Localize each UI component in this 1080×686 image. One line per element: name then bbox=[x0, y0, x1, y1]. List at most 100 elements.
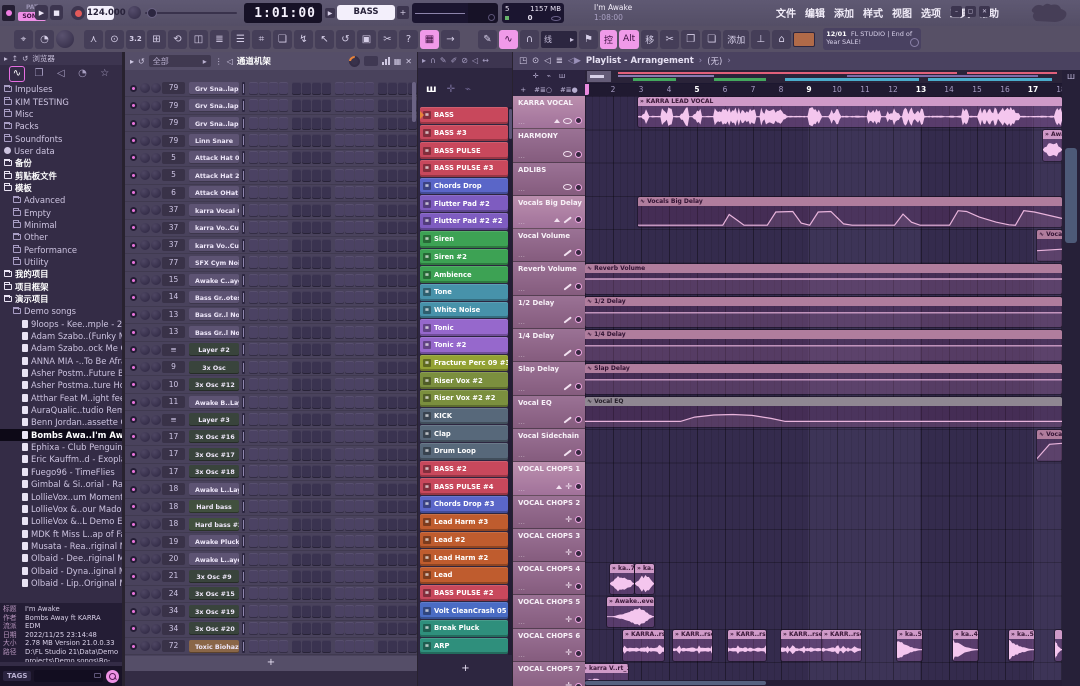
browser-tab-audio[interactable]: ◁ bbox=[54, 67, 68, 81]
step-cell[interactable] bbox=[378, 343, 387, 356]
step-cell[interactable] bbox=[388, 256, 397, 269]
channel-target-track[interactable]: 79 bbox=[162, 82, 185, 94]
step-cell[interactable] bbox=[355, 587, 364, 600]
channel-pan-knob[interactable] bbox=[140, 397, 150, 407]
step-cell[interactable] bbox=[408, 239, 417, 252]
step-cell[interactable] bbox=[398, 343, 407, 356]
pattern-menu-icon[interactable]: ≡ bbox=[423, 288, 431, 296]
pattern-item[interactable]: ≡Ambience bbox=[420, 266, 508, 283]
step-cell[interactable] bbox=[292, 640, 301, 653]
channel-mini-graph[interactable] bbox=[242, 465, 245, 478]
pattern-menu-icon[interactable]: ≡ bbox=[423, 447, 431, 455]
step-cell[interactable] bbox=[335, 430, 344, 443]
step-cell[interactable] bbox=[322, 483, 331, 496]
channel-enable-led[interactable] bbox=[130, 259, 137, 266]
step-cell[interactable] bbox=[408, 221, 417, 234]
step-cell[interactable] bbox=[249, 99, 258, 112]
track-mute-led[interactable] bbox=[575, 483, 582, 490]
step-cell[interactable] bbox=[345, 256, 354, 269]
channel-pan-knob[interactable] bbox=[140, 240, 150, 250]
channel-row[interactable]: 79Grv Sna..lap 13 bbox=[125, 97, 417, 114]
picker-menu-icon[interactable]: ▸ bbox=[422, 56, 426, 65]
step-cell[interactable] bbox=[388, 82, 397, 95]
step-cell[interactable] bbox=[322, 82, 331, 95]
track-solo-icon[interactable]: #≣● bbox=[560, 86, 578, 94]
channel-enable-led[interactable] bbox=[130, 625, 137, 632]
step-cell[interactable] bbox=[365, 361, 374, 374]
step-cell[interactable] bbox=[365, 587, 374, 600]
step-cell[interactable] bbox=[378, 204, 387, 217]
tree-file[interactable]: Eric Kauffm..d - Exoplanet bbox=[0, 453, 122, 465]
pattern-item[interactable]: ≡BASS #3 bbox=[420, 125, 508, 142]
channel-mini-graph[interactable] bbox=[242, 361, 245, 374]
stop-button[interactable]: ■ bbox=[50, 5, 63, 20]
step-cell[interactable] bbox=[345, 448, 354, 461]
step-cell[interactable] bbox=[322, 204, 331, 217]
channel-name-button[interactable]: Bass Gr..l Notes bbox=[189, 326, 239, 339]
playlist-speaker-icon[interactable]: ◁ bbox=[544, 56, 551, 66]
step-cell[interactable] bbox=[398, 500, 407, 513]
step-cell[interactable] bbox=[312, 117, 321, 130]
channel-target-track[interactable]: 79 bbox=[162, 135, 185, 147]
channel-volume-knob[interactable] bbox=[151, 554, 161, 564]
channel-target-track[interactable]: 9 bbox=[162, 361, 185, 373]
channel-mini-graph[interactable] bbox=[242, 291, 245, 304]
step-cell[interactable] bbox=[302, 587, 311, 600]
step-cell[interactable] bbox=[378, 448, 387, 461]
step-cell[interactable] bbox=[292, 291, 301, 304]
step-cell[interactable] bbox=[378, 605, 387, 618]
step-cell[interactable] bbox=[408, 134, 417, 147]
shuffle-knob[interactable] bbox=[128, 6, 141, 19]
browser-tab-recent[interactable]: ◔ bbox=[75, 67, 90, 81]
step-cell[interactable] bbox=[378, 465, 387, 478]
step-cell[interactable] bbox=[345, 204, 354, 217]
channel-mini-graph[interactable] bbox=[242, 204, 245, 217]
step-cell[interactable] bbox=[302, 204, 311, 217]
play-button[interactable]: ▶ bbox=[35, 5, 48, 20]
step-cell[interactable] bbox=[408, 343, 417, 356]
step-cell[interactable] bbox=[335, 308, 344, 321]
step-cell[interactable] bbox=[312, 622, 321, 635]
eye-icon[interactable] bbox=[563, 151, 572, 157]
channel-mini-graph[interactable] bbox=[242, 413, 245, 426]
step-cell[interactable] bbox=[302, 640, 311, 653]
step-cell[interactable] bbox=[345, 82, 354, 95]
playlist-track-header[interactable]: Vocal EQ… bbox=[513, 396, 585, 429]
step-cell[interactable] bbox=[378, 134, 387, 147]
step-cell[interactable] bbox=[408, 500, 417, 513]
step-cell[interactable] bbox=[302, 553, 311, 566]
step-cell[interactable] bbox=[388, 622, 397, 635]
tree-folder[interactable]: Impulses bbox=[0, 83, 122, 95]
channel-target-track[interactable]: 5 bbox=[162, 152, 185, 164]
step-cell[interactable] bbox=[408, 256, 417, 269]
step-cell[interactable] bbox=[269, 483, 278, 496]
channel-mini-graph[interactable] bbox=[242, 430, 245, 443]
pointer-icon[interactable]: ↖ bbox=[315, 30, 334, 49]
step-cell[interactable] bbox=[249, 343, 258, 356]
automation-clip[interactable]: ∿ Vocal EQ bbox=[585, 397, 1062, 427]
channel-pan-knob[interactable] bbox=[140, 484, 150, 494]
channel-target-track[interactable]: 6 bbox=[162, 187, 185, 199]
step-cell[interactable] bbox=[388, 186, 397, 199]
channel-row[interactable]: 6Attack OHat 02 bbox=[125, 185, 417, 202]
tree-file[interactable]: Adam Szabo..(Funky Mix) bbox=[0, 330, 122, 342]
timeline-bar-number[interactable]: 3 bbox=[633, 85, 649, 94]
save-icon[interactable]: ▣ bbox=[357, 30, 376, 49]
wait-input-icon[interactable]: ⟲ bbox=[168, 30, 187, 49]
step-cell[interactable] bbox=[279, 99, 288, 112]
channel-enable-led[interactable] bbox=[130, 643, 137, 650]
step-cell[interactable] bbox=[312, 343, 321, 356]
step-cell[interactable] bbox=[322, 274, 331, 287]
step-cell[interactable] bbox=[312, 239, 321, 252]
channel-mini-graph[interactable] bbox=[242, 378, 245, 391]
step-cell[interactable] bbox=[335, 570, 344, 583]
step-cell[interactable] bbox=[398, 291, 407, 304]
step-cell[interactable] bbox=[365, 622, 374, 635]
pattern-menu-icon[interactable]: ≡ bbox=[423, 554, 431, 562]
step-cell[interactable] bbox=[269, 239, 278, 252]
step-cell[interactable] bbox=[279, 343, 288, 356]
graph-editor-icon[interactable] bbox=[382, 57, 390, 65]
step-cell[interactable] bbox=[322, 413, 331, 426]
channel-mini-graph[interactable] bbox=[242, 553, 245, 566]
channel-pan-knob[interactable] bbox=[140, 292, 150, 302]
